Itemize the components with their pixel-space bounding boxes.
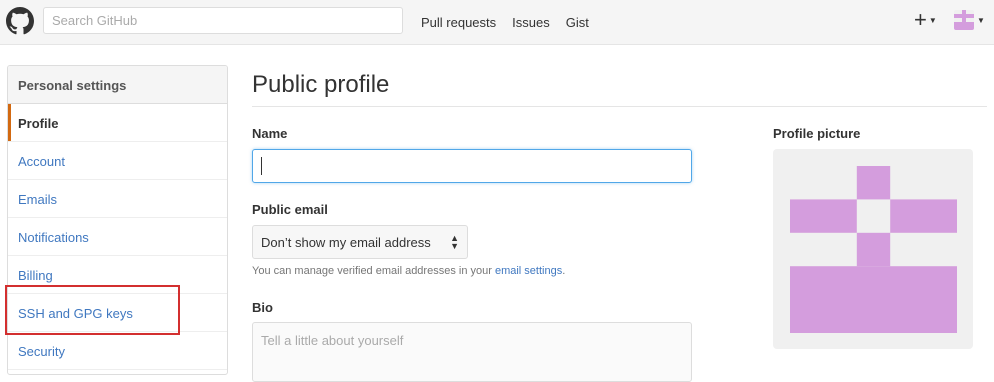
page-title: Public profile <box>252 71 390 98</box>
avatar <box>954 10 974 30</box>
email-note: You can manage verified email addresses … <box>252 265 566 277</box>
nav-pull-requests[interactable]: Pull requests <box>421 15 496 30</box>
name-label: Name <box>252 126 288 141</box>
select-arrows-icon: ▲ ▼ <box>450 233 459 251</box>
caret-down-icon: ▼ <box>928 15 937 25</box>
plus-icon: + <box>914 7 927 32</box>
public-email-selected: Don’t show my email address <box>261 234 431 250</box>
name-field[interactable] <box>252 149 692 183</box>
bio-field[interactable] <box>252 322 692 382</box>
search-input[interactable] <box>43 7 403 34</box>
sidebar-item-profile[interactable]: Profile <box>8 104 227 142</box>
top-header: Pull requests Issues Gist + ▼ ▼ <box>0 0 994 45</box>
settings-sidebar: Personal settings Profile Account Emails… <box>7 65 228 375</box>
sidebar-item-notifications[interactable]: Notifications <box>8 218 227 256</box>
caret-down-icon: ▼ <box>977 15 985 25</box>
public-email-label: Public email <box>252 202 328 217</box>
sidebar-title: Personal settings <box>8 66 227 104</box>
sidebar-item-emails[interactable]: Emails <box>8 180 227 218</box>
divider <box>252 106 987 107</box>
nav-issues[interactable]: Issues <box>512 15 550 30</box>
identicon-image <box>790 166 957 333</box>
github-logo-icon[interactable] <box>6 7 34 35</box>
sidebar-item-account[interactable]: Account <box>8 142 227 180</box>
sidebar-item-billing[interactable]: Billing <box>8 256 227 294</box>
create-new-menu[interactable]: + ▼ <box>914 9 937 31</box>
email-settings-link[interactable]: email settings <box>495 265 562 277</box>
text-cursor <box>261 157 262 175</box>
nav-gist[interactable]: Gist <box>566 15 589 30</box>
public-email-select[interactable]: Don’t show my email address ▲ ▼ <box>252 225 468 259</box>
user-menu[interactable]: ▼ <box>954 10 985 30</box>
bio-label: Bio <box>252 300 273 315</box>
sidebar-item-ssh-gpg-keys[interactable]: SSH and GPG keys <box>8 294 227 332</box>
profile-picture[interactable] <box>773 149 973 349</box>
profile-picture-label: Profile picture <box>773 126 861 141</box>
top-nav: Pull requests Issues Gist <box>421 0 589 45</box>
sidebar-item-security[interactable]: Security <box>8 332 227 370</box>
